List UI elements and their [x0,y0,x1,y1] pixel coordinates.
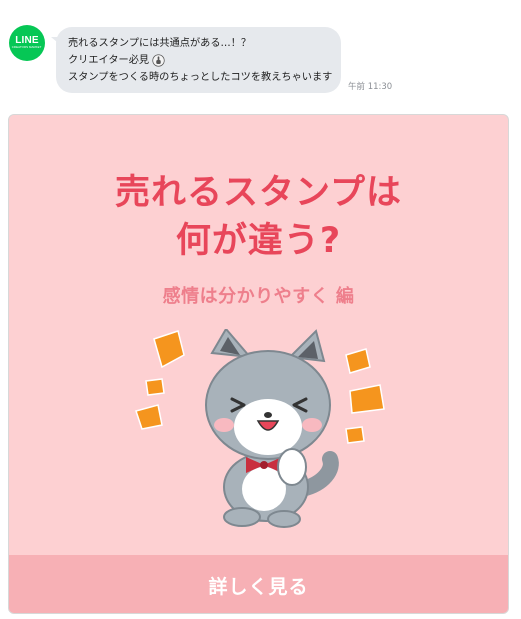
pointing-emoji-icon [152,54,165,67]
message-line-1: 売れるスタンプには共通点がある…！？ [68,38,252,49]
card-subtitle: 感情は分かりやすく 編 [162,286,355,307]
message-line-3: スタンプをつくる時のちょっとしたコツを教えちゃいます [68,69,332,86]
see-details-button[interactable]: 詳しく見る [9,555,508,613]
promo-card[interactable]: 売れるスタンプは 何が違う? 感情は分かりやすく 編 詳しく見る [8,114,509,614]
bubble-tail [51,37,63,47]
card-title-line-2: 何が違う? [175,221,342,261]
cat-mascot-illustration [135,329,385,528]
message-timestamp: 午前 11:30 [348,82,393,92]
avatar-logo-subtext: CREATORS MARKET [12,45,42,50]
message-line-2: クリエイター必見 [68,52,331,69]
excitement-marks-right [345,348,385,444]
card-title-line-1: 売れるスタンプは [115,173,402,213]
message-bubble: 売れるスタンプには共通点がある…！？ クリエイター必見 スタンプをつくる時のちょ… [51,27,341,93]
excitement-marks-left [135,330,185,430]
sender-avatar[interactable]: LINE CREATORS MARKET [9,25,45,61]
chat-message-row: LINE CREATORS MARKET 売れるスタンプには共通点がある…！？ … [0,0,521,110]
